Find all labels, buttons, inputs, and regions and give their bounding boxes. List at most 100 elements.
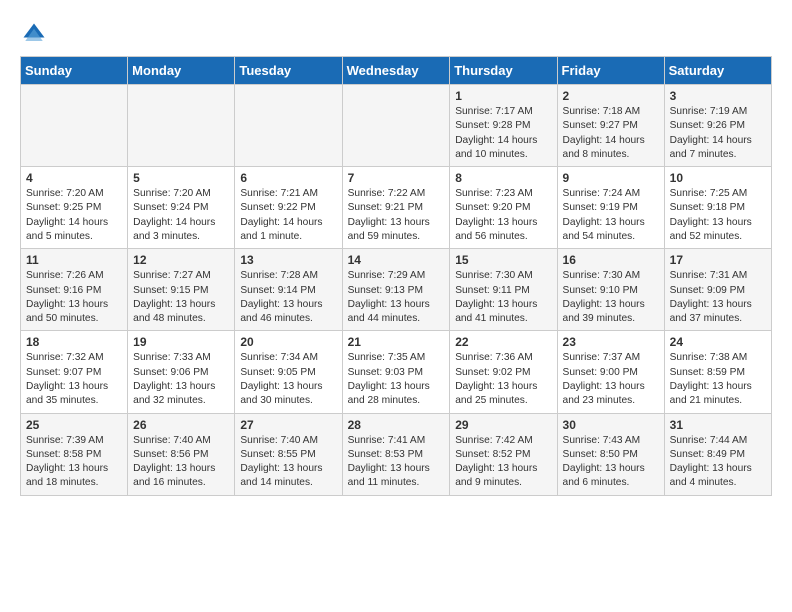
calendar-cell: 30 Sunrise: 7:43 AM Sunset: 8:50 PM Dayli… <box>557 413 664 495</box>
col-header-wednesday: Wednesday <box>342 57 450 85</box>
col-header-tuesday: Tuesday <box>235 57 342 85</box>
day-number: 1 <box>455 89 551 103</box>
calendar-cell: 16Sunrise: 7:30 AM Sunset: 9:10 PM Dayli… <box>557 249 664 331</box>
calendar-cell: 21 Sunrise: 7:35 AM Sunset: 9:03 PM Dayli… <box>342 331 450 413</box>
day-number: 7 <box>348 171 445 185</box>
day-info: Sunrise: 7:28 AM Sunset: 9:14 PM Dayligh… <box>240 269 336 326</box>
day-number: 26 <box>133 418 229 432</box>
calendar-table: SundayMondayTuesdayWednesdayThursdayFrid… <box>20 56 772 496</box>
day-info: Sunrise: 7:29 AM Sunset: 9:13 PM Dayligh… <box>348 269 445 326</box>
day-number: 5 <box>133 171 229 185</box>
day-info: Sunrise: 7:19 AM Sunset: 9:26 PM Dayligh… <box>670 105 766 162</box>
day-info: Sunrise: 7:33 AM Sunset: 9:06 PM Dayligh… <box>133 351 229 408</box>
day-number: 3 <box>670 89 766 103</box>
calendar-cell: 1 Sunrise: 7:17 AM Sunset: 9:28 PM Daylig… <box>450 85 557 167</box>
calendar-cell: 14 Sunrise: 7:29 AM Sunset: 9:13 PM Dayli… <box>342 249 450 331</box>
calendar-cell <box>21 85 128 167</box>
day-info: Sunrise: 7:37 AM Sunset: 9:00 PM Dayligh… <box>563 351 659 408</box>
page-header <box>20 20 772 48</box>
logo <box>20 20 52 48</box>
day-info: Sunrise: 7:38 AM Sunset: 8:59 PM Dayligh… <box>670 351 766 408</box>
day-info: Sunrise: 7:44 AM Sunset: 8:49 PM Dayligh… <box>670 434 766 491</box>
calendar-cell: 12Sunrise: 7:27 AM Sunset: 9:15 PM Dayli… <box>128 249 235 331</box>
day-number: 27 <box>240 418 336 432</box>
day-number: 21 <box>348 335 445 349</box>
calendar-cell: 18Sunrise: 7:32 AM Sunset: 9:07 PM Dayli… <box>21 331 128 413</box>
day-number: 23 <box>563 335 659 349</box>
day-number: 9 <box>563 171 659 185</box>
day-info: Sunrise: 7:27 AM Sunset: 9:15 PM Dayligh… <box>133 269 229 326</box>
day-number: 28 <box>348 418 445 432</box>
day-info: Sunrise: 7:23 AM Sunset: 9:20 PM Dayligh… <box>455 187 551 244</box>
calendar-cell: 9 Sunrise: 7:24 AM Sunset: 9:19 PM Daylig… <box>557 167 664 249</box>
calendar-cell: 19 Sunrise: 7:33 AM Sunset: 9:06 PM Dayli… <box>128 331 235 413</box>
calendar-cell: 10 Sunrise: 7:25 AM Sunset: 9:18 PM Dayli… <box>664 167 771 249</box>
day-number: 11 <box>26 253 122 267</box>
calendar-week-row: 1 Sunrise: 7:17 AM Sunset: 9:28 PM Daylig… <box>21 85 772 167</box>
calendar-cell: 25Sunrise: 7:39 AM Sunset: 8:58 PM Dayli… <box>21 413 128 495</box>
day-info: Sunrise: 7:20 AM Sunset: 9:24 PM Dayligh… <box>133 187 229 244</box>
day-number: 17 <box>670 253 766 267</box>
day-info: Sunrise: 7:21 AM Sunset: 9:22 PM Dayligh… <box>240 187 336 244</box>
day-number: 22 <box>455 335 551 349</box>
day-number: 14 <box>348 253 445 267</box>
calendar-cell: 3 Sunrise: 7:19 AM Sunset: 9:26 PM Daylig… <box>664 85 771 167</box>
day-number: 24 <box>670 335 766 349</box>
day-number: 6 <box>240 171 336 185</box>
day-info: Sunrise: 7:34 AM Sunset: 9:05 PM Dayligh… <box>240 351 336 408</box>
calendar-week-row: 4Sunrise: 7:20 AM Sunset: 9:25 PM Daylig… <box>21 167 772 249</box>
day-info: Sunrise: 7:43 AM Sunset: 8:50 PM Dayligh… <box>563 434 659 491</box>
col-header-monday: Monday <box>128 57 235 85</box>
day-info: Sunrise: 7:39 AM Sunset: 8:58 PM Dayligh… <box>26 434 122 491</box>
calendar-week-row: 25Sunrise: 7:39 AM Sunset: 8:58 PM Dayli… <box>21 413 772 495</box>
day-number: 15 <box>455 253 551 267</box>
day-info: Sunrise: 7:22 AM Sunset: 9:21 PM Dayligh… <box>348 187 445 244</box>
calendar-header-row: SundayMondayTuesdayWednesdayThursdayFrid… <box>21 57 772 85</box>
col-header-sunday: Sunday <box>21 57 128 85</box>
day-number: 29 <box>455 418 551 432</box>
day-number: 2 <box>563 89 659 103</box>
day-info: Sunrise: 7:20 AM Sunset: 9:25 PM Dayligh… <box>26 187 122 244</box>
day-info: Sunrise: 7:24 AM Sunset: 9:19 PM Dayligh… <box>563 187 659 244</box>
calendar-cell <box>342 85 450 167</box>
day-number: 10 <box>670 171 766 185</box>
day-number: 8 <box>455 171 551 185</box>
calendar-cell: 5 Sunrise: 7:20 AM Sunset: 9:24 PM Daylig… <box>128 167 235 249</box>
calendar-cell: 22 Sunrise: 7:36 AM Sunset: 9:02 PM Dayli… <box>450 331 557 413</box>
calendar-week-row: 11 Sunrise: 7:26 AM Sunset: 9:16 PM Dayli… <box>21 249 772 331</box>
day-number: 30 <box>563 418 659 432</box>
day-info: Sunrise: 7:18 AM Sunset: 9:27 PM Dayligh… <box>563 105 659 162</box>
day-info: Sunrise: 7:35 AM Sunset: 9:03 PM Dayligh… <box>348 351 445 408</box>
calendar-cell: 26 Sunrise: 7:40 AM Sunset: 8:56 PM Dayli… <box>128 413 235 495</box>
calendar-cell: 17 Sunrise: 7:31 AM Sunset: 9:09 PM Dayli… <box>664 249 771 331</box>
calendar-cell: 2 Sunrise: 7:18 AM Sunset: 9:27 PM Daylig… <box>557 85 664 167</box>
calendar-cell: 15 Sunrise: 7:30 AM Sunset: 9:11 PM Dayli… <box>450 249 557 331</box>
col-header-thursday: Thursday <box>450 57 557 85</box>
calendar-cell: 29 Sunrise: 7:42 AM Sunset: 8:52 PM Dayli… <box>450 413 557 495</box>
calendar-cell: 7 Sunrise: 7:22 AM Sunset: 9:21 PM Daylig… <box>342 167 450 249</box>
day-info: Sunrise: 7:25 AM Sunset: 9:18 PM Dayligh… <box>670 187 766 244</box>
col-header-friday: Friday <box>557 57 664 85</box>
calendar-cell <box>128 85 235 167</box>
calendar-cell: 28Sunrise: 7:41 AM Sunset: 8:53 PM Dayli… <box>342 413 450 495</box>
calendar-cell <box>235 85 342 167</box>
calendar-cell: 13Sunrise: 7:28 AM Sunset: 9:14 PM Dayli… <box>235 249 342 331</box>
calendar-week-row: 18Sunrise: 7:32 AM Sunset: 9:07 PM Dayli… <box>21 331 772 413</box>
day-info: Sunrise: 7:31 AM Sunset: 9:09 PM Dayligh… <box>670 269 766 326</box>
day-number: 19 <box>133 335 229 349</box>
logo-icon <box>20 20 48 48</box>
day-info: Sunrise: 7:17 AM Sunset: 9:28 PM Dayligh… <box>455 105 551 162</box>
calendar-cell: 6 Sunrise: 7:21 AM Sunset: 9:22 PM Daylig… <box>235 167 342 249</box>
calendar-cell: 23 Sunrise: 7:37 AM Sunset: 9:00 PM Dayli… <box>557 331 664 413</box>
day-info: Sunrise: 7:26 AM Sunset: 9:16 PM Dayligh… <box>26 269 122 326</box>
calendar-cell: 31Sunrise: 7:44 AM Sunset: 8:49 PM Dayli… <box>664 413 771 495</box>
calendar-cell: 27Sunrise: 7:40 AM Sunset: 8:55 PM Dayli… <box>235 413 342 495</box>
day-info: Sunrise: 7:42 AM Sunset: 8:52 PM Dayligh… <box>455 434 551 491</box>
day-info: Sunrise: 7:36 AM Sunset: 9:02 PM Dayligh… <box>455 351 551 408</box>
calendar-cell: 24 Sunrise: 7:38 AM Sunset: 8:59 PM Dayli… <box>664 331 771 413</box>
day-info: Sunrise: 7:30 AM Sunset: 9:11 PM Dayligh… <box>455 269 551 326</box>
col-header-saturday: Saturday <box>664 57 771 85</box>
calendar-cell: 20Sunrise: 7:34 AM Sunset: 9:05 PM Dayli… <box>235 331 342 413</box>
calendar-cell: 11 Sunrise: 7:26 AM Sunset: 9:16 PM Dayli… <box>21 249 128 331</box>
day-info: Sunrise: 7:40 AM Sunset: 8:56 PM Dayligh… <box>133 434 229 491</box>
